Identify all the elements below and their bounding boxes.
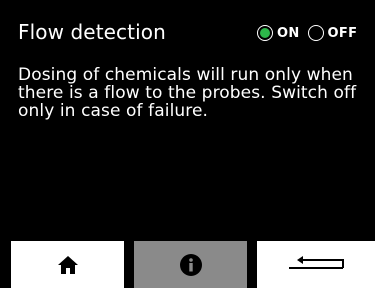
info-button[interactable] (134, 241, 247, 288)
toggle-off-option[interactable]: OFF (307, 25, 358, 41)
home-icon (57, 255, 78, 274)
home-button[interactable] (11, 241, 124, 288)
toggle-on-label: ON (277, 25, 300, 41)
info-icon (179, 253, 202, 276)
toggle-off-label: OFF (327, 25, 358, 41)
back-button[interactable] (257, 241, 375, 288)
page-title: Flow detection (18, 20, 166, 44)
description-text: Dosing of chemicals will run only when t… (18, 65, 357, 121)
flow-detection-toggle: ON OFF (257, 22, 357, 44)
footer-toolbar (0, 241, 375, 288)
radio-selected-dot (260, 28, 270, 38)
header: Flow detection ON OFF (0, 0, 375, 60)
radio-off-icon[interactable] (307, 25, 324, 41)
back-arrow-icon (287, 255, 345, 274)
toggle-on-option[interactable]: ON (257, 25, 300, 41)
radio-on-icon[interactable] (257, 25, 273, 41)
